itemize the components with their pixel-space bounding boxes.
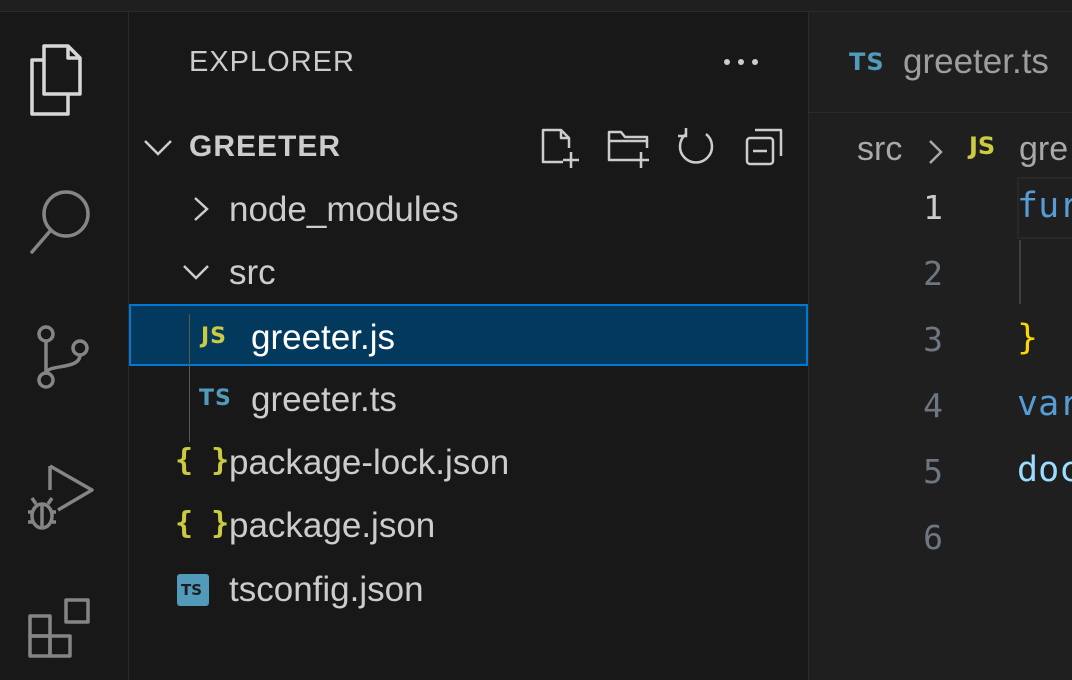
ts-file-icon: TS — [849, 48, 885, 76]
code-line[interactable]: fur — [1017, 186, 1072, 226]
tree-item-label: src — [229, 253, 276, 292]
tree-item-label: node_modules — [229, 190, 459, 229]
tree-item-tsconfig-json[interactable]: TS tsconfig.json — [129, 558, 808, 620]
search-icon[interactable] — [24, 184, 98, 258]
editor-area: TS greeter.ts src JS gre 1 2 3 4 5 6 fur… — [809, 12, 1072, 680]
json-file-icon: { } — [175, 443, 230, 478]
line-number: 1 — [923, 188, 943, 227]
new-file-icon[interactable] — [537, 124, 583, 170]
js-file-icon: JS — [201, 324, 228, 349]
tree-item-label: package.json — [229, 506, 436, 545]
tree-item-src[interactable]: src — [129, 241, 808, 303]
tree-item-label: package-lock.json — [229, 443, 510, 482]
chevron-down-icon — [141, 130, 175, 164]
code-line[interactable]: } — [1017, 318, 1038, 358]
line-number: 2 — [923, 254, 943, 293]
tsconfig-file-icon: TS — [177, 574, 209, 606]
tree-item-greeter-js[interactable]: JS greeter.js — [129, 304, 808, 366]
line-number: 3 — [923, 320, 943, 359]
more-actions-icon[interactable] — [719, 44, 763, 80]
json-file-icon: { } — [175, 506, 230, 541]
new-folder-icon[interactable] — [605, 124, 651, 170]
breadcrumb-file[interactable]: gre — [1019, 130, 1068, 169]
chevron-down-icon — [181, 257, 211, 287]
tree-item-label: greeter.ts — [251, 380, 397, 419]
title-bar-strip — [0, 0, 1072, 12]
extensions-icon[interactable] — [24, 594, 98, 668]
explorer-sidebar: EXPLORER GREETER node_modules src JS gre… — [129, 12, 809, 680]
refresh-icon[interactable] — [673, 124, 719, 170]
line-number: 6 — [923, 518, 943, 557]
collapse-all-icon[interactable] — [741, 124, 787, 170]
tab-greeter-ts[interactable]: TS greeter.ts — [809, 12, 1072, 112]
indent-guide — [189, 314, 190, 442]
breadcrumb: src JS gre — [809, 124, 1072, 174]
code-line[interactable]: doc — [1017, 450, 1072, 490]
tree-item-label: tsconfig.json — [229, 570, 424, 609]
tree-item-node-modules[interactable]: node_modules — [129, 178, 808, 240]
ts-file-icon: TS — [199, 386, 232, 411]
chevron-right-icon — [185, 194, 215, 224]
tab-label: greeter.ts — [903, 42, 1049, 81]
tree-item-package-lock-json[interactable]: { } package-lock.json — [129, 431, 808, 493]
tab-bar: TS greeter.ts — [809, 12, 1072, 113]
chevron-right-icon — [923, 138, 947, 166]
project-name: GREETER — [189, 130, 342, 163]
activity-bar — [0, 12, 129, 680]
tree-item-label: greeter.js — [251, 318, 395, 357]
line-number: 4 — [923, 386, 943, 425]
tree-item-package-json[interactable]: { } package.json — [129, 494, 808, 556]
explorer-icon[interactable] — [24, 42, 98, 116]
line-number: 5 — [923, 452, 943, 491]
js-file-icon: JS — [969, 132, 996, 160]
project-header[interactable]: GREETER — [129, 122, 808, 172]
code-line[interactable]: var — [1017, 384, 1072, 424]
run-debug-icon[interactable] — [24, 460, 98, 534]
explorer-title: EXPLORER — [189, 46, 355, 78]
source-control-icon[interactable] — [24, 320, 98, 394]
tree-item-greeter-ts[interactable]: TS greeter.ts — [129, 368, 808, 430]
indent-guide — [1019, 240, 1021, 304]
breadcrumb-folder[interactable]: src — [857, 130, 902, 169]
